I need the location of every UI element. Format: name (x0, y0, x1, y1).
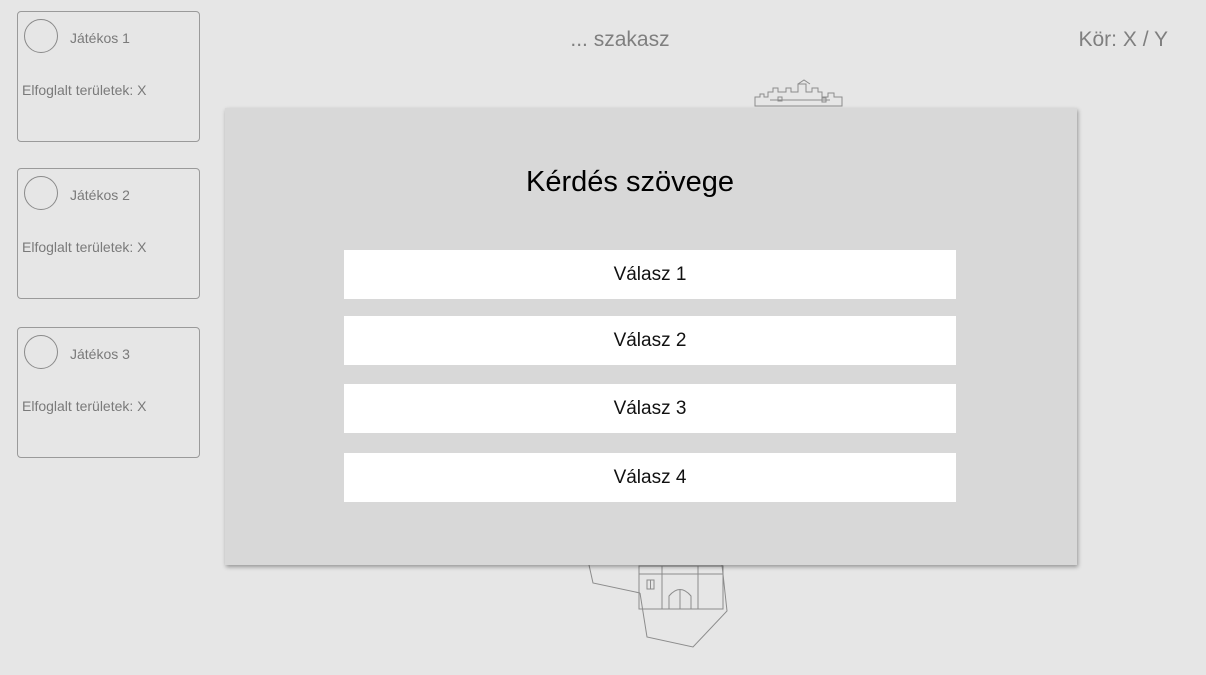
answer-button-4[interactable]: Válasz 4 (344, 453, 956, 502)
player-card-2: Játékos 2 Elfoglalt területek: X (17, 168, 200, 299)
player-avatar (24, 176, 58, 210)
answer-button-2[interactable]: Válasz 2 (344, 316, 956, 365)
player-avatar (24, 335, 58, 369)
player-territories: Elfoglalt területek: X (22, 239, 147, 255)
castle-icon (588, 564, 728, 648)
player-avatar (24, 19, 58, 53)
question-text: Kérdés szövege (526, 166, 734, 198)
player-card-3: Játékos 3 Elfoglalt területek: X (17, 327, 200, 458)
player-territories: Elfoglalt területek: X (22, 82, 147, 98)
answer-button-3[interactable]: Válasz 3 (344, 384, 956, 433)
player-name: Játékos 3 (70, 346, 130, 362)
question-modal: Kérdés szövege Válasz 1 Válasz 2 Válasz … (225, 108, 1077, 565)
player-card-1: Játékos 1 Elfoglalt területek: X (17, 11, 200, 142)
player-territories: Elfoglalt területek: X (22, 398, 147, 414)
answer-button-1[interactable]: Válasz 1 (344, 250, 956, 299)
round-counter: Kör: X / Y (1078, 28, 1169, 51)
phase-label: ... szakasz (570, 28, 670, 51)
castle-icon (754, 79, 843, 107)
player-name: Játékos 2 (70, 187, 130, 203)
player-name: Játékos 1 (70, 30, 130, 46)
